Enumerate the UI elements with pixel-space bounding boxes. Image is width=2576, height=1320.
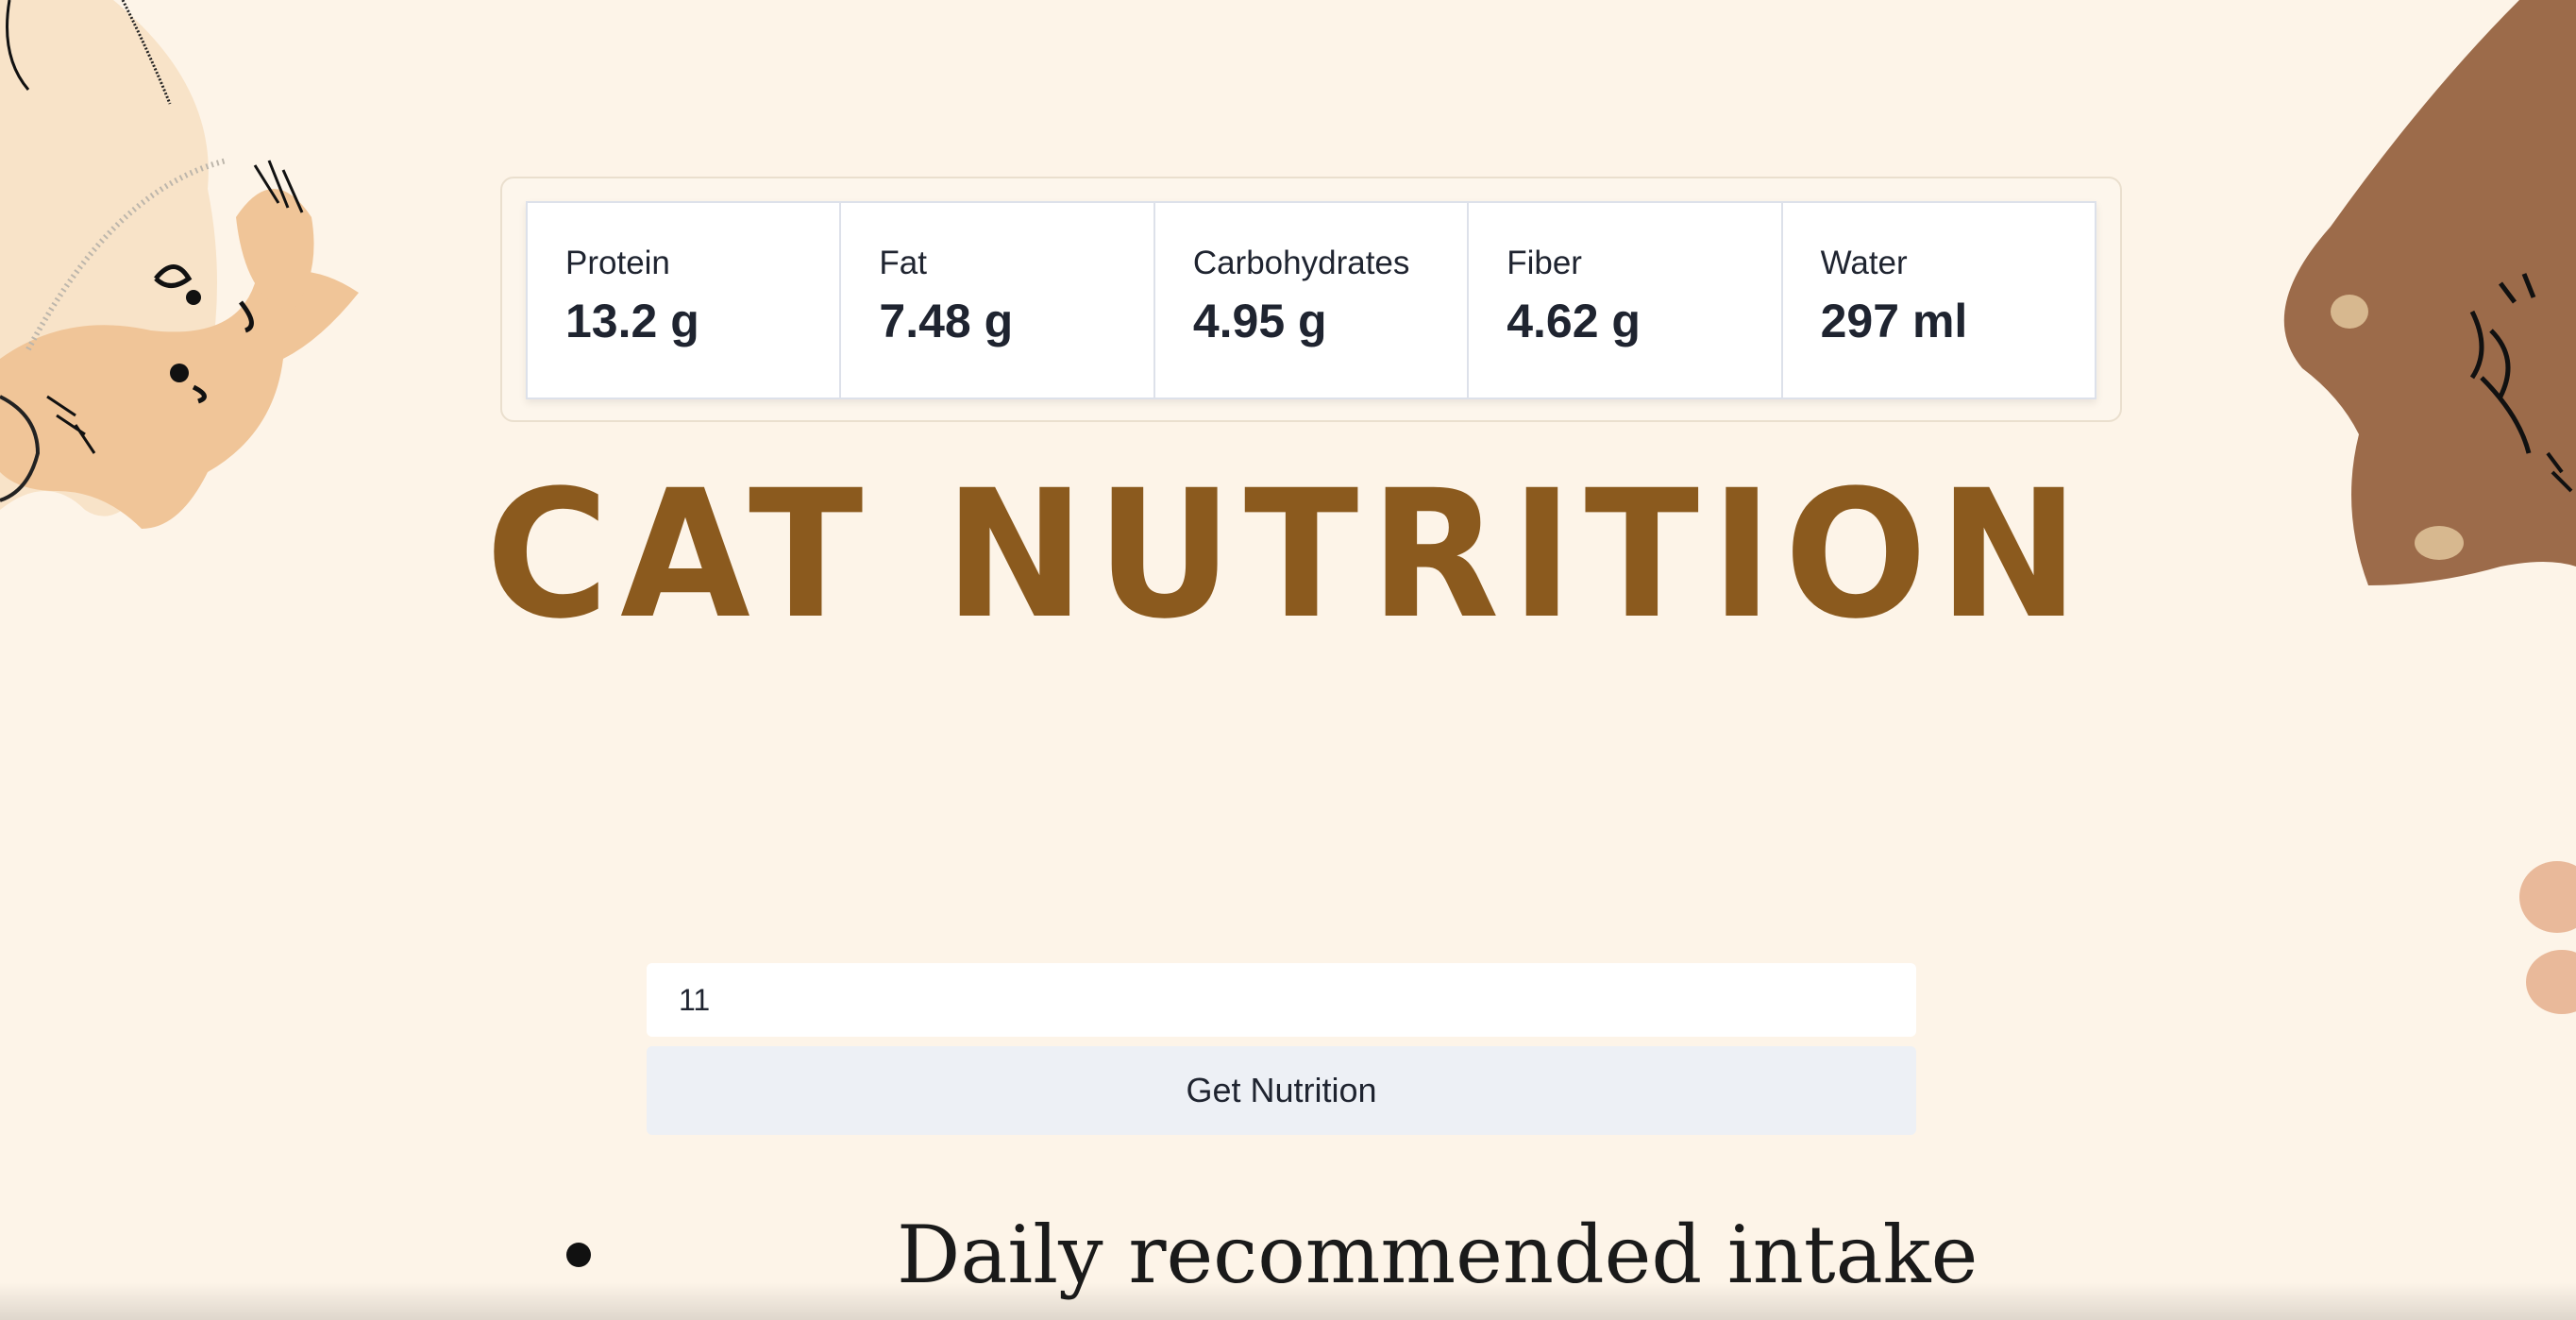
- stat-carbohydrates: Carbohydrates 4.95 g: [1154, 201, 1470, 399]
- stat-label: Protein: [565, 245, 670, 281]
- stat-value: 297 ml: [1820, 295, 1968, 347]
- stat-water: Water 297 ml: [1782, 201, 2097, 399]
- stat-value: 13.2 g: [565, 295, 699, 347]
- nutrition-stats-row: Protein 13.2 g Fat 7.48 g Carbohydrates …: [526, 201, 2097, 399]
- bottom-scroll-shadow: [0, 1282, 2576, 1320]
- stat-fat: Fat 7.48 g: [841, 201, 1155, 399]
- stat-label: Fat: [879, 245, 927, 281]
- nutrition-stats-panel: Protein 13.2 g Fat 7.48 g Carbohydrates …: [500, 177, 2122, 422]
- stat-label: Fiber: [1507, 245, 1582, 281]
- stat-protein: Protein 13.2 g: [526, 201, 842, 399]
- page-title: CAT NUTRITION: [485, 451, 2091, 658]
- stat-label: Water: [1820, 245, 1908, 281]
- cat-search-input[interactable]: [647, 963, 1916, 1037]
- stat-value: 4.62 g: [1507, 295, 1641, 347]
- paw-prints-illustration: [2519, 861, 2576, 1014]
- get-nutrition-button[interactable]: Get Nutrition: [647, 1046, 1916, 1135]
- stat-label: Carbohydrates: [1192, 245, 1410, 281]
- stat-fiber: Fiber 4.62 g: [1469, 201, 1783, 399]
- bullet-icon: [566, 1243, 591, 1267]
- stat-value: 4.95 g: [1192, 295, 1327, 347]
- stat-value: 7.48 g: [879, 295, 1014, 347]
